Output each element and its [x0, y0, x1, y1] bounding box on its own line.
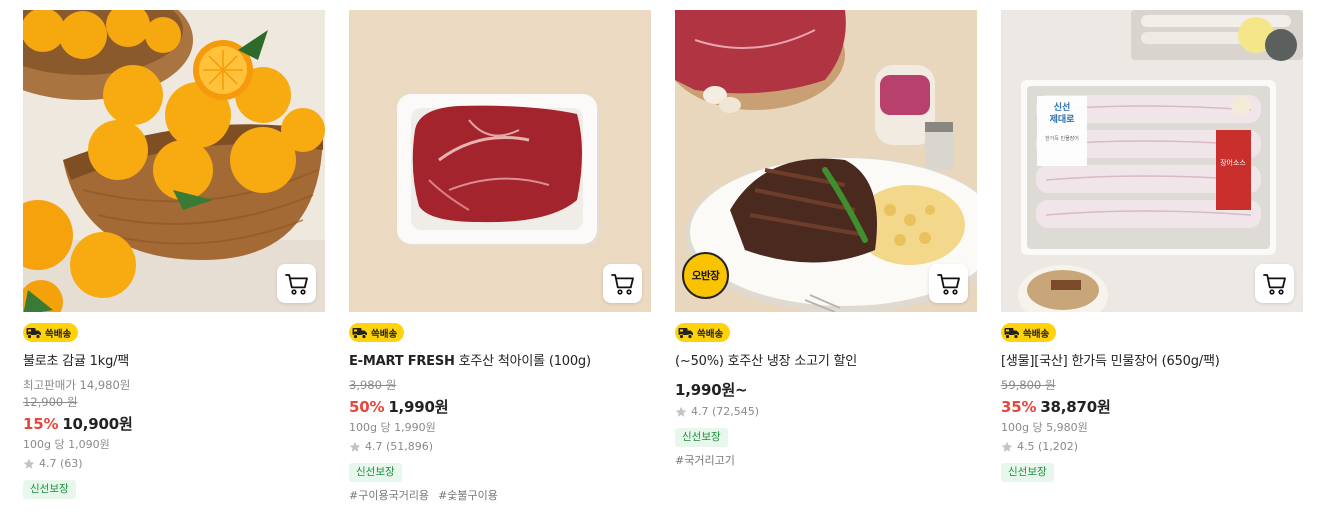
sale-price-row: 15% 10,900원: [23, 413, 325, 435]
unit-price: 100g 당 1,090원: [23, 437, 110, 451]
sauce-packet-label: 장어소스: [1220, 158, 1246, 167]
star-icon: [1001, 441, 1013, 453]
fresh-guarantee-badge: 신선보장: [23, 479, 76, 499]
product-card[interactable]: 신선 제대로 한가득 민물장어 장어소스 쓱배송 [생물][국산] 한가득 민물…: [1001, 10, 1303, 504]
discount-rate: 50%: [349, 397, 385, 416]
rating: 4.5 (1,202): [1001, 439, 1303, 455]
product-image[interactable]: 오반장: [675, 10, 977, 312]
rating-text: 4.5 (1,202): [1017, 439, 1079, 453]
original-price: 3,980 원: [349, 377, 397, 392]
tag[interactable]: #국거리고기: [675, 454, 735, 467]
shipping-label: 쓱배송: [697, 328, 724, 340]
package-label-line1: 신선: [1054, 101, 1071, 113]
truck-icon: [1004, 326, 1020, 340]
fresh-guarantee-badge: 신선보장: [1001, 462, 1054, 482]
product-card[interactable]: 쓱배송 불로초 감귤 1kg/팩 최고판매가 14,980원 12,900 원 …: [23, 10, 325, 504]
product-grid: 쓱배송 불로초 감귤 1kg/팩 최고판매가 14,980원 12,900 원 …: [23, 10, 1303, 504]
unit-price: 100g 당 1,990원: [349, 420, 436, 434]
product-title[interactable]: E-MART FRESH 호주산 척아이롤 (100g): [349, 353, 651, 371]
package-label-line3: 한가득 민물장어: [1045, 135, 1079, 142]
fresh-guarantee-badge: 신선보장: [675, 427, 728, 447]
cart-icon: [610, 271, 636, 297]
today-deal-badge: 오반장: [682, 252, 729, 299]
sale-price: 38,870원: [1040, 397, 1111, 416]
rating-text: 4.7 (63): [39, 456, 83, 470]
product-image[interactable]: [349, 10, 651, 312]
tag-list: #국거리고기: [675, 453, 977, 469]
ssg-delivery-badge: 쓱배송: [349, 323, 405, 342]
brand-name: E-MART FRESH: [349, 353, 455, 369]
product-image[interactable]: 신선 제대로 한가득 민물장어 장어소스: [1001, 10, 1303, 312]
tag-list: #구이용국거리용 #숯불구이용: [349, 488, 651, 504]
sale-price: 1,990원~: [675, 380, 748, 399]
add-to-cart-button[interactable]: [603, 264, 642, 303]
truck-icon: [26, 326, 42, 340]
unit-price: 100g 당 5,980원: [1001, 420, 1088, 434]
product-image[interactable]: [23, 10, 325, 312]
rating-text: 4.7 (51,896): [365, 439, 434, 453]
sale-price: 10,900원: [62, 414, 133, 433]
ssg-delivery-badge: 쓱배송: [23, 323, 79, 342]
sale-price: 1,990원: [388, 397, 449, 416]
shipping-label: 쓱배송: [45, 328, 72, 340]
star-icon: [23, 458, 35, 470]
original-price: 12,900 원: [23, 394, 78, 409]
star-icon: [675, 406, 687, 418]
add-to-cart-button[interactable]: [1255, 264, 1294, 303]
ssg-delivery-badge: 쓱배송: [1001, 323, 1057, 342]
product-title[interactable]: [생물][국산] 한가득 민물장어 (650g/팩): [1001, 353, 1303, 371]
tag[interactable]: #구이용국거리용: [349, 489, 429, 502]
sale-price-row: 35% 38,870원: [1001, 396, 1303, 418]
package-label-line2: 제대로: [1050, 113, 1076, 125]
tag[interactable]: #숯불구이용: [438, 489, 498, 502]
rating: 4.7 (51,896): [349, 439, 651, 455]
discount-rate: 35%: [1001, 397, 1037, 416]
sale-price-row: 50% 1,990원: [349, 396, 651, 418]
cart-icon: [936, 271, 962, 297]
add-to-cart-button[interactable]: [277, 264, 316, 303]
truck-icon: [352, 326, 368, 340]
star-icon: [349, 441, 361, 453]
fresh-guarantee-badge: 신선보장: [349, 462, 402, 482]
product-card[interactable]: 쓱배송 E-MART FRESH 호주산 척아이롤 (100g) 3,980 원…: [349, 10, 651, 504]
product-title[interactable]: 불로초 감귤 1kg/팩: [23, 353, 325, 371]
product-title[interactable]: (~50%) 호주산 냉장 소고기 할인: [675, 353, 977, 371]
truck-icon: [678, 326, 694, 340]
cart-icon: [284, 271, 310, 297]
rating: 4.7 (72,545): [675, 404, 977, 420]
discount-rate: 15%: [23, 414, 59, 433]
shipping-label: 쓱배송: [1023, 328, 1050, 340]
add-to-cart-button[interactable]: [929, 264, 968, 303]
sale-price-row: 1,990원~: [675, 379, 977, 401]
shipping-label: 쓱배송: [371, 328, 398, 340]
rating-text: 4.7 (72,545): [691, 404, 760, 418]
ssg-delivery-badge: 쓱배송: [675, 323, 731, 342]
max-price-text: 최고판매가 14,980원: [23, 377, 131, 392]
rating: 4.7 (63): [23, 456, 325, 472]
product-card[interactable]: 오반장 쓱배송 (~50%) 호주산 냉장 소고기 할인 1,990원~ 4.7…: [675, 10, 977, 504]
original-price: 59,800 원: [1001, 377, 1056, 392]
cart-icon: [1262, 271, 1288, 297]
